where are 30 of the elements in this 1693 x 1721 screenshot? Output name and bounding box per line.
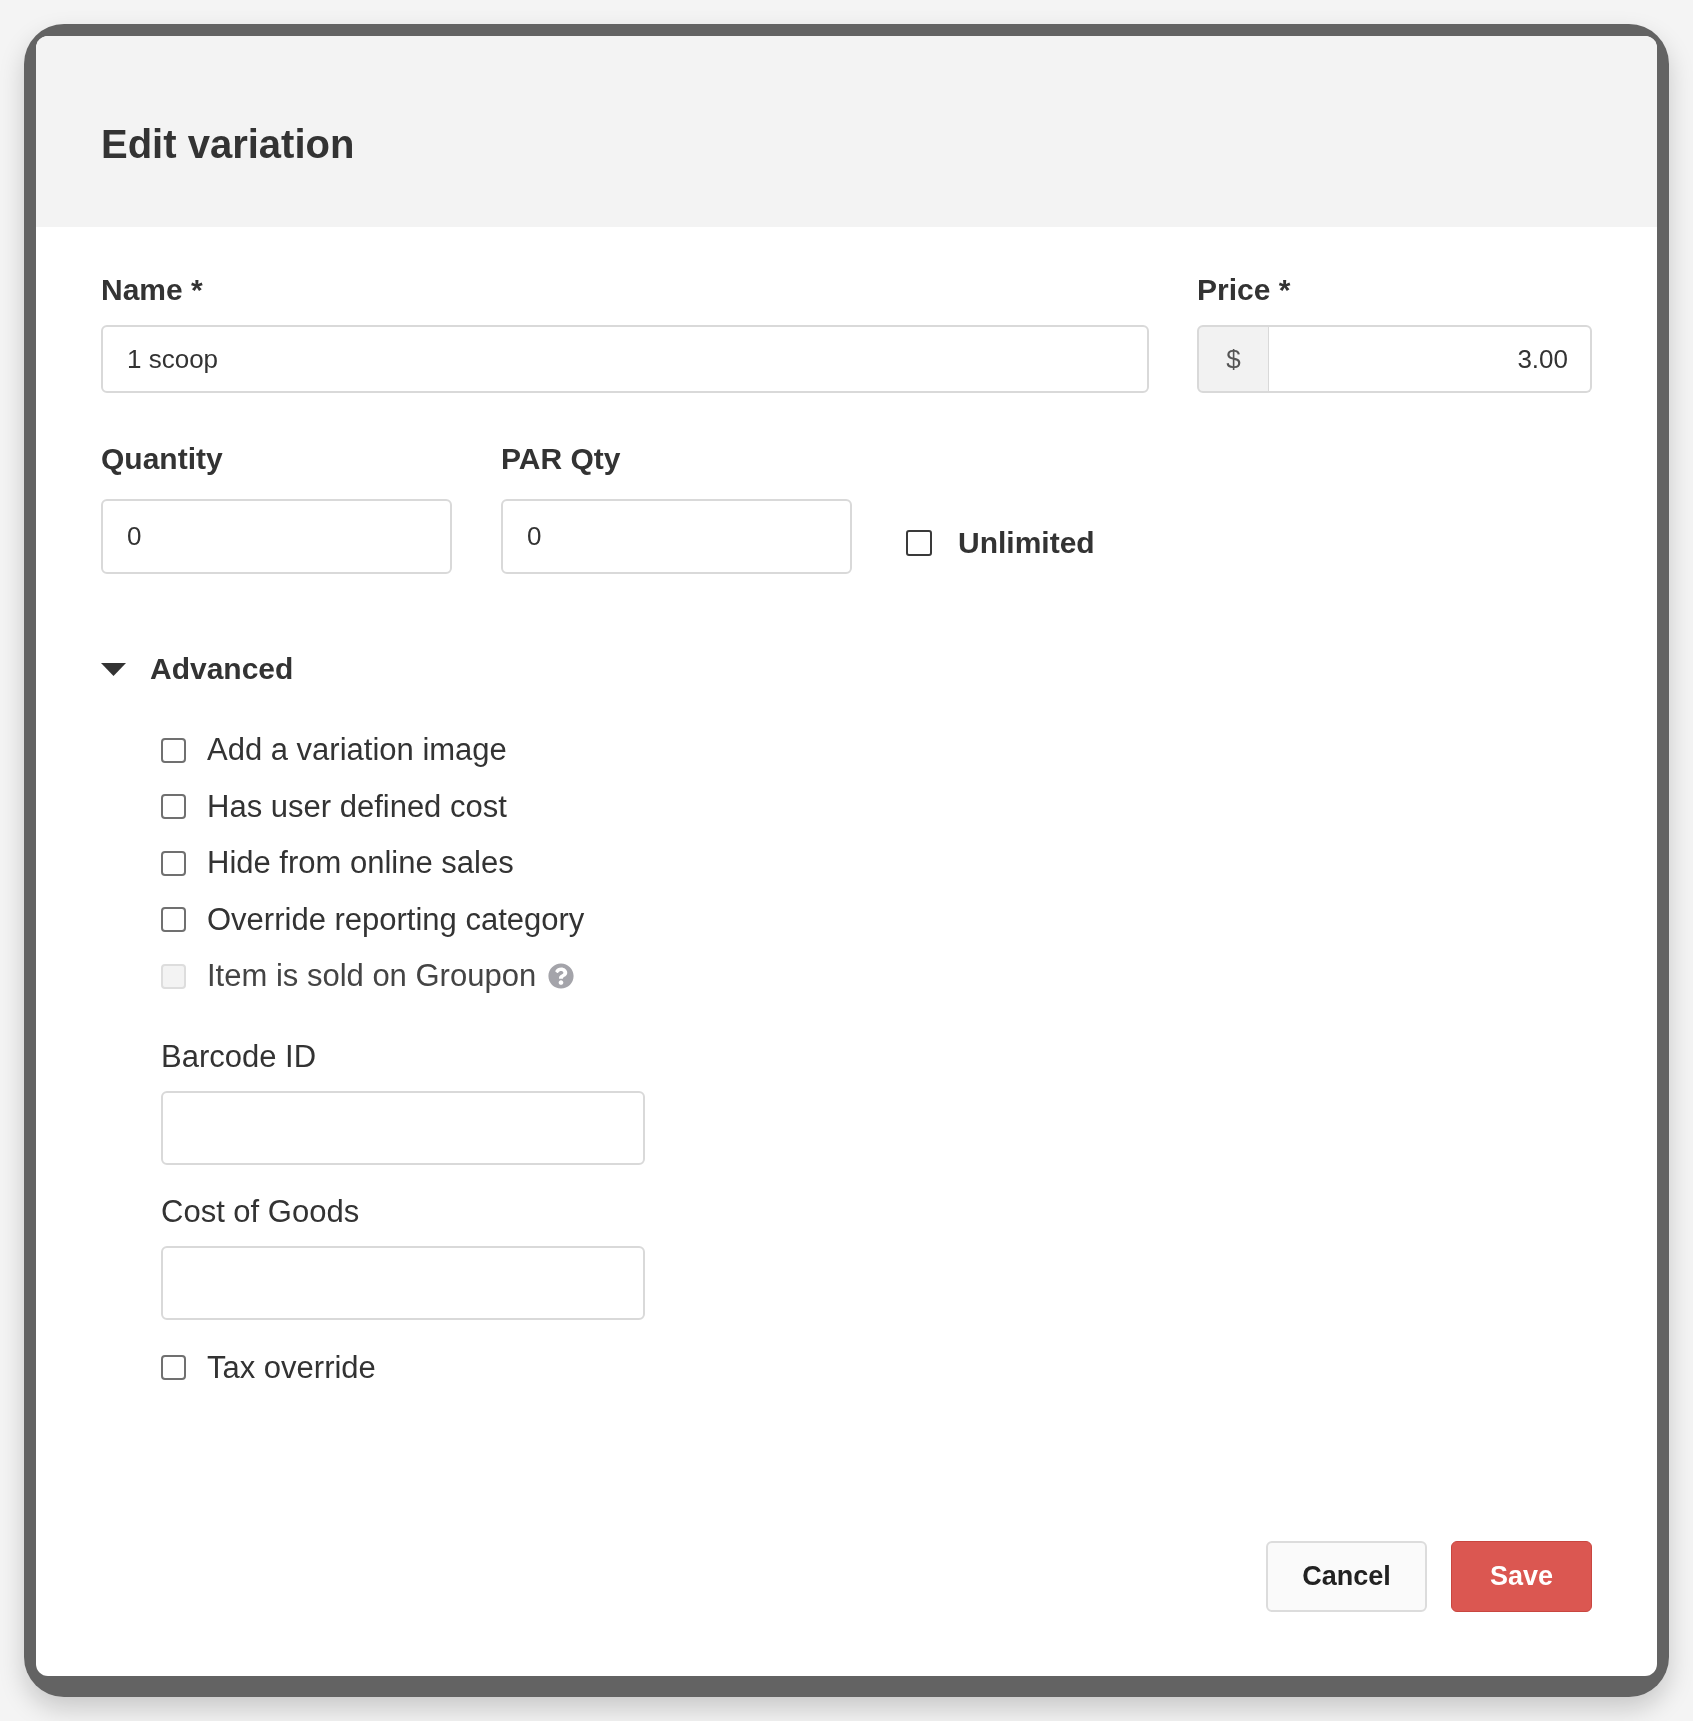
dialog-title: Edit variation bbox=[101, 121, 355, 168]
advanced-toggle[interactable]: Advanced bbox=[101, 651, 294, 687]
par-qty-input[interactable]: 0 bbox=[501, 499, 852, 574]
checkbox[interactable] bbox=[161, 850, 186, 876]
text-input[interactable] bbox=[161, 1090, 645, 1165]
field-label: Cost of Goods bbox=[161, 1192, 360, 1231]
checkbox[interactable] bbox=[161, 737, 186, 763]
checkbox[interactable] bbox=[906, 529, 932, 556]
cancel-button[interactable]: Cancel bbox=[1266, 1541, 1427, 1612]
checkbox[interactable] bbox=[161, 1355, 186, 1381]
field-label: Barcode ID bbox=[161, 1037, 317, 1076]
name-input[interactable]: 1 scoop bbox=[101, 325, 1149, 393]
text-input[interactable] bbox=[161, 1245, 645, 1320]
field-label: PAR Qty bbox=[501, 441, 621, 477]
save-button[interactable]: Save bbox=[1451, 1541, 1592, 1612]
quantity-input[interactable]: 0 bbox=[101, 499, 452, 574]
checkbox-label: Has user defined cost bbox=[207, 787, 507, 826]
field-label: Price * bbox=[1197, 272, 1291, 308]
checkbox-label: Add a variation image bbox=[207, 731, 507, 770]
price-input[interactable]: 3.00 bbox=[1269, 325, 1592, 393]
currency-prefix: $ bbox=[1197, 325, 1269, 393]
checkbox-label: Tax override bbox=[207, 1348, 376, 1387]
checkbox-label: Hide from online sales bbox=[207, 844, 514, 883]
checkbox[interactable] bbox=[161, 794, 186, 820]
checkbox-label: Item is sold on Groupon bbox=[207, 957, 537, 996]
field-label: Name * bbox=[101, 272, 203, 308]
checkbox[interactable] bbox=[161, 907, 186, 933]
checkbox-label: Override reporting category bbox=[207, 900, 585, 939]
field-label: Quantity bbox=[101, 441, 223, 477]
checkbox-label: Unlimited bbox=[958, 524, 1095, 561]
